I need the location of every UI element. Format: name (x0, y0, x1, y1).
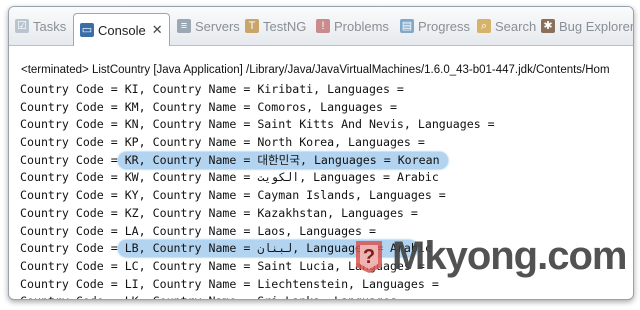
console-icon: ▭ (80, 23, 94, 37)
console-line: Country Code = KY, Country Name = Cayman… (20, 187, 630, 205)
console-line-text: Country Code = LA, Country Name = Laos, … (20, 223, 376, 238)
console-line: Country Code = KZ, Country Name = Kazakh… (20, 205, 630, 223)
mkyong-logo-icon: ? (352, 237, 386, 277)
search-icon: ⌕ (477, 19, 491, 33)
console-line: Country Code = KI, Country Name = Kiriba… (20, 81, 630, 99)
tab-label: Tasks (33, 18, 67, 34)
console-line: Country Code = KN, Country Name = Saint … (20, 116, 630, 134)
console-line-text: Country Code = KR, Country Name = 대한민국, … (20, 152, 440, 167)
tab-label: Console (98, 22, 146, 38)
tab-servers[interactable]: ≡ Servers (177, 15, 240, 37)
tab-search[interactable]: ⌕ Search (477, 15, 536, 37)
console-line: Country Code = KM, Country Name = Comoro… (20, 99, 630, 117)
console-header: <terminated> ListCountry [Java Applicati… (21, 64, 610, 76)
tab-console[interactable]: ▭ Console ✕ (73, 13, 170, 46)
console-line: Country Code = LK, Country Name = Sri La… (20, 293, 630, 299)
console-line-text: Country Code = KN, Country Name = Saint … (20, 117, 495, 132)
tab-label: Search (495, 18, 537, 34)
problems-icon: ! (316, 19, 330, 33)
svg-text:?: ? (363, 246, 375, 268)
console-line: Country Code = KR, Country Name = 대한민국, … (20, 151, 630, 170)
console-line-text: Country Code = KW, Country Name = الكويت… (20, 170, 439, 185)
bug-explorer-icon: ✱ (541, 19, 555, 33)
tab-label: Bug Explorer (559, 18, 634, 34)
console-line-text: Country Code = KP, Country Name = North … (20, 135, 425, 150)
console-line-text: Country Code = KY, Country Name = Cayman… (20, 188, 446, 203)
console-line: Country Code = KW, Country Name = الكويت… (20, 169, 630, 187)
tasks-icon: ☑ (15, 19, 29, 33)
tab-label: Problems (334, 18, 389, 34)
console-line-text: Country Code = KM, Country Name = Comoro… (20, 99, 397, 114)
view-tab-bar: ☑ Tasks ▭ Console ✕ ≡ Servers T TestNG !… (9, 7, 633, 46)
tab-label: Progress (418, 18, 471, 34)
console-line-text: Country Code = LK, Country Name = Sri La… (20, 294, 411, 299)
tab-testng[interactable]: T TestNG (245, 15, 306, 37)
console-line-text: Country Code = KI, Country Name = Kiriba… (20, 82, 404, 96)
console-line-text: Country Code = KZ, Country Name = Kazakh… (20, 205, 418, 220)
watermark-logo: ? Mkyong.com (352, 234, 627, 279)
tab-label: Servers (195, 18, 240, 34)
testng-icon: T (245, 19, 259, 33)
servers-icon: ≡ (177, 19, 191, 33)
console-line: Country Code = KP, Country Name = North … (20, 134, 630, 152)
close-icon[interactable]: ✕ (152, 22, 163, 38)
tab-tasks[interactable]: ☑ Tasks (15, 15, 66, 37)
tab-bug-explorer[interactable]: ✱ Bug Explorer (541, 15, 634, 37)
tab-problems[interactable]: ! Problems (316, 15, 389, 37)
watermark-text: Mkyong.com (392, 234, 627, 278)
tab-progress[interactable]: ▤ Progress (400, 15, 470, 37)
progress-icon: ▤ (400, 19, 414, 33)
tab-label: TestNG (263, 18, 307, 34)
